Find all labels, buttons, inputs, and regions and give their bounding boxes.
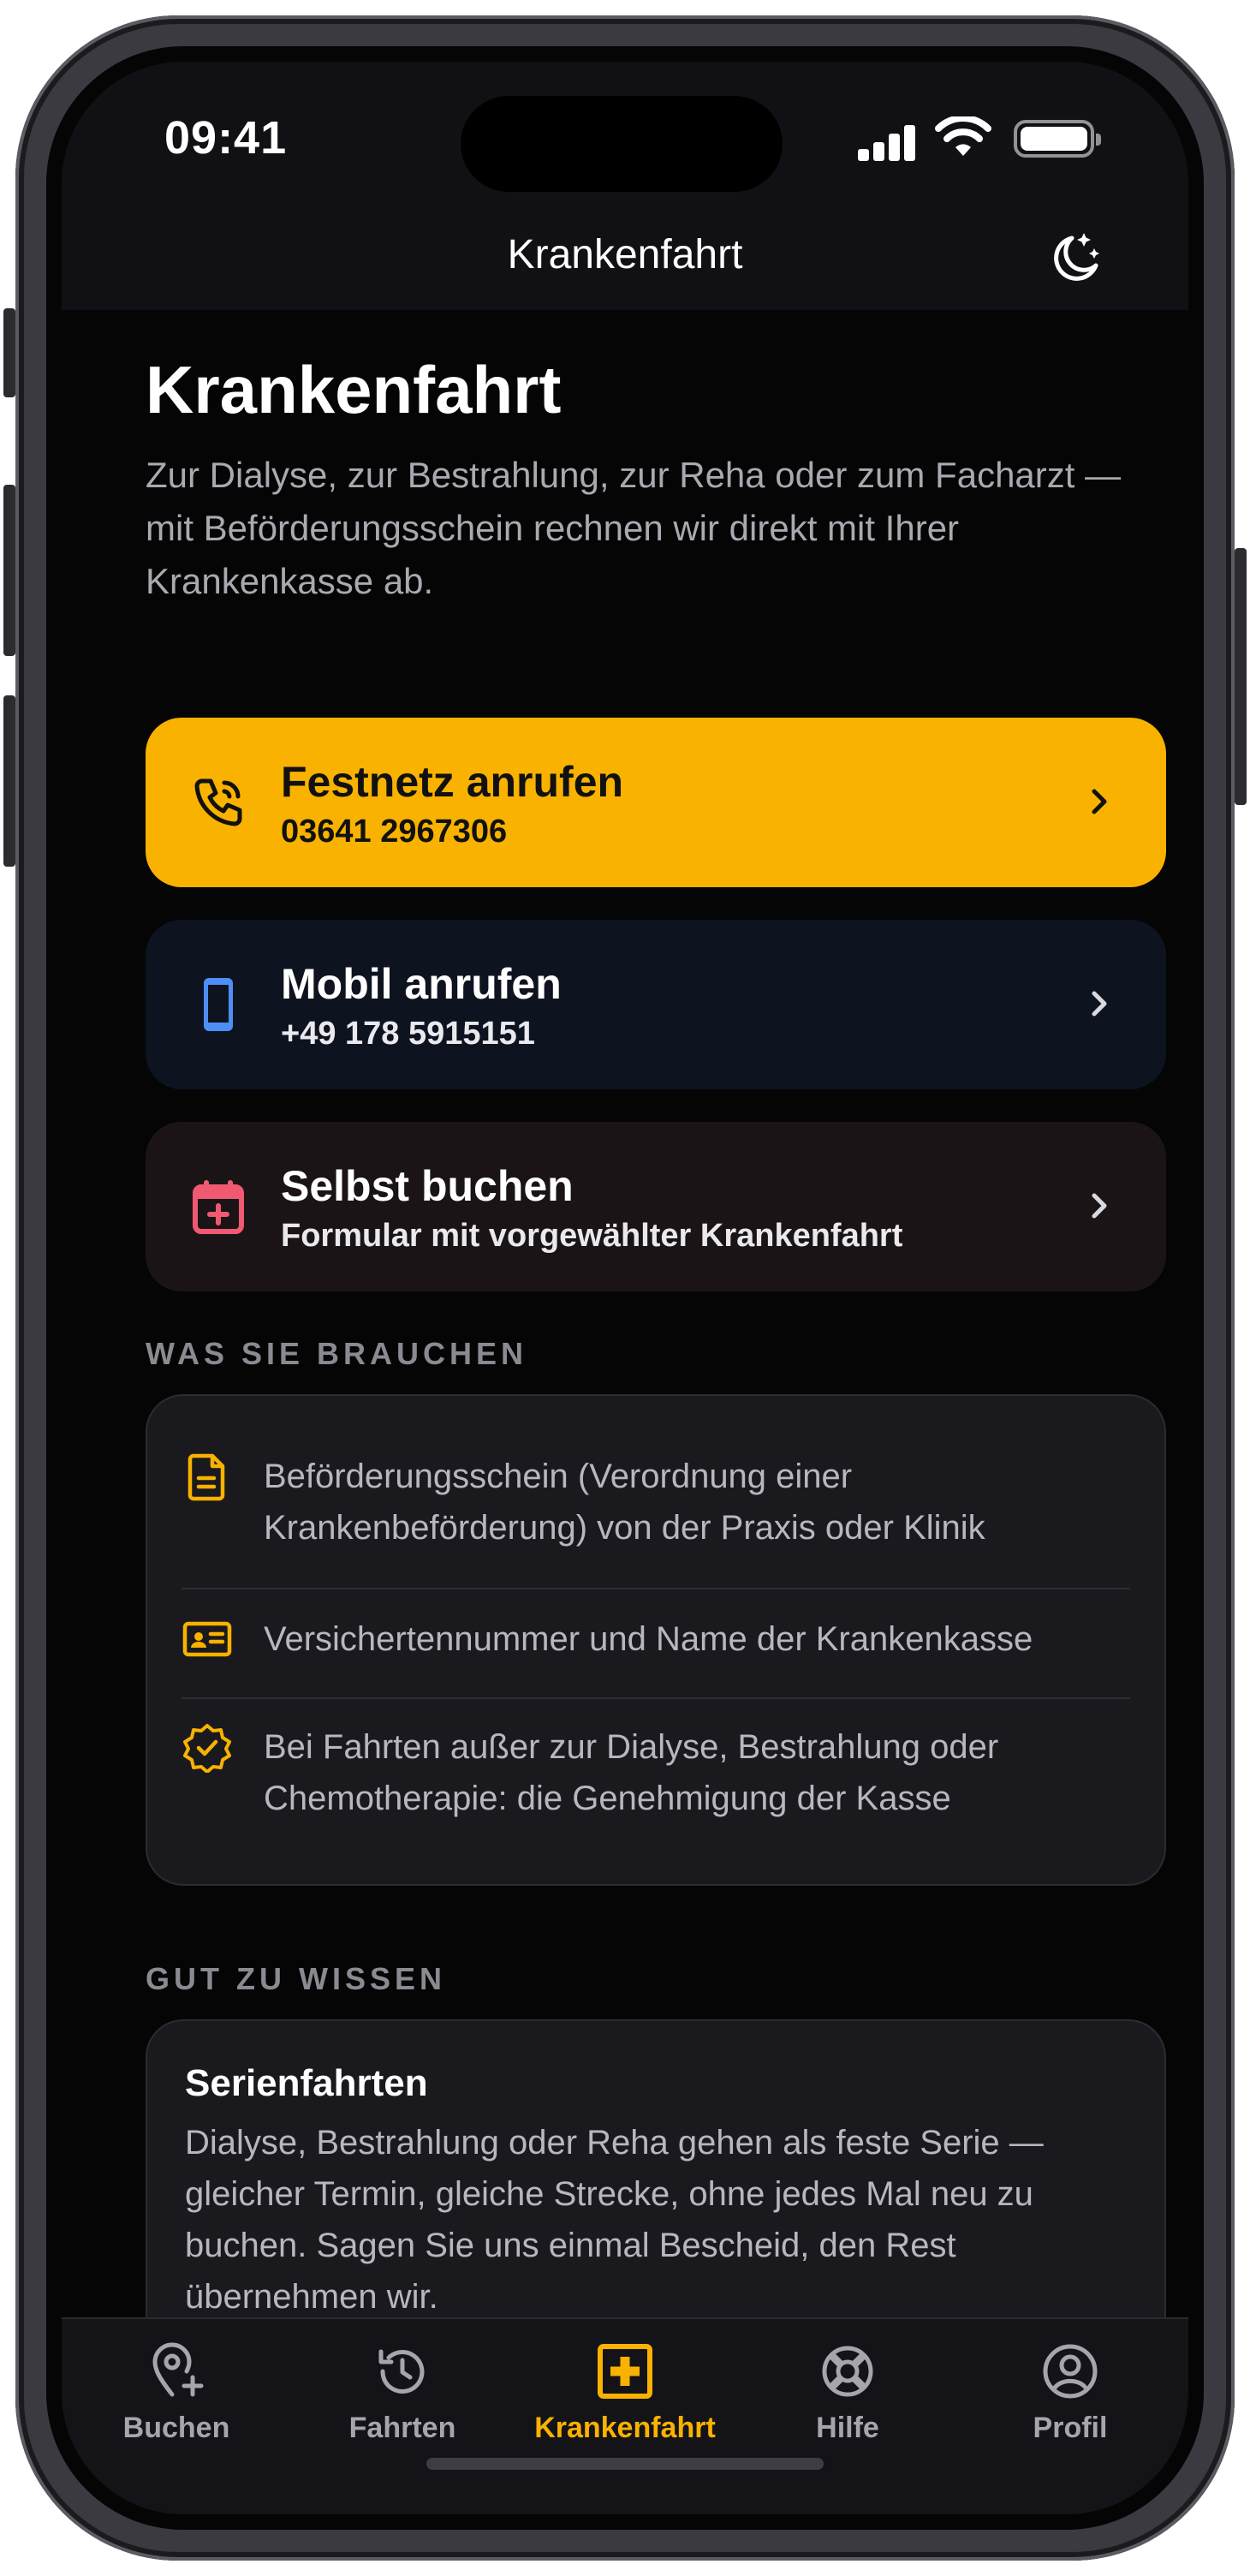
nav-title: Krankenfahrt: [507, 232, 743, 277]
tab-hilfe[interactable]: Hilfe: [745, 2340, 950, 2445]
requirements-card: Beförderungsschein (Verordnung einer Kra…: [146, 1394, 1166, 1886]
call-landline-number: 03641 2967306: [281, 814, 508, 850]
self-book-title: Selbst buchen: [281, 1162, 574, 1210]
document-icon: [188, 1453, 225, 1501]
tab-label: Fahrten: [348, 2412, 456, 2444]
call-mobile-title: Mobil anrufen: [281, 960, 562, 1008]
tab-label: Hilfe: [816, 2412, 879, 2444]
tip-title: Serienfahrten: [185, 2062, 428, 2104]
tab-profil[interactable]: Profil: [967, 2340, 1173, 2445]
tab-label: Buchen: [122, 2412, 230, 2444]
battery-icon: [1014, 120, 1101, 158]
divider: [182, 1588, 1130, 1589]
self-book-subtitle: Formular mit vorgewählter Krankenfahrt: [281, 1218, 903, 1254]
navigation-bar: Krankenfahrt: [62, 207, 1188, 310]
chevron-right-icon: [1092, 991, 1107, 1017]
section-label-tips: GUT ZU WISSEN: [146, 1961, 446, 1996]
id-card-icon: [182, 1621, 232, 1657]
requirement-item: Versichertennummer und Name der Krankenk…: [182, 1613, 1130, 1665]
tab-krankenfahrt[interactable]: Krankenfahrt: [522, 2340, 728, 2445]
dynamic-island: [461, 96, 783, 192]
moon-stars-icon[interactable]: [1045, 226, 1108, 289]
screen: 09:41 Krankenfahrt Krankenfahrt Zur Dial…: [62, 62, 1188, 2514]
section-label-requirements: WAS SIE BRAUCHEN: [146, 1336, 528, 1371]
requirement-item: Bei Fahrten außer zur Dialyse, Bestrahlu…: [182, 1721, 1130, 1824]
divider: [182, 1697, 1130, 1699]
requirement-text: Versichertennummer und Name der Krankenk…: [264, 1620, 1033, 1658]
medical-cross-icon: [598, 2344, 652, 2399]
tab-buchen[interactable]: Buchen: [74, 2340, 279, 2445]
page-title: Krankenfahrt: [146, 352, 562, 427]
lifebuoy-icon: [822, 2346, 873, 2397]
tab-bar: Buchen Fahrten Krankenfahrt Hilfe Profil: [62, 2317, 1188, 2514]
badge-check-icon: [183, 1724, 231, 1773]
page-intro: Zur Dialyse, zur Bestrahlung, zur Reha o…: [146, 455, 1122, 601]
tab-label: Krankenfahrt: [534, 2412, 716, 2444]
tab-fahrten[interactable]: Fahrten: [300, 2340, 505, 2445]
wifi-icon: [935, 116, 991, 156]
phone-bezel: 09:41 Krankenfahrt Krankenfahrt Zur Dial…: [46, 46, 1204, 2530]
call-mobile-number: +49 178 5915151: [281, 1016, 535, 1052]
history-icon: [378, 2349, 425, 2394]
call-mobile-button[interactable]: Mobil anrufen +49 178 5915151: [146, 920, 1166, 1089]
requirement-text: Beförderungsschein (Verordnung einer Kra…: [264, 1458, 985, 1547]
action-button: [3, 308, 15, 397]
status-time: 09:41: [164, 112, 288, 164]
chevron-right-icon: [1092, 1193, 1107, 1219]
phone-frame: 09:41 Krankenfahrt Krankenfahrt Zur Dial…: [15, 15, 1235, 2561]
self-book-button[interactable]: Selbst buchen Formular mit vorgewählter …: [146, 1122, 1166, 1291]
smartphone-icon: [204, 978, 233, 1031]
power-button: [1235, 548, 1247, 805]
tip-text: Dialyse, Bestrahlung oder Reha gehen als…: [185, 2124, 1044, 2316]
content-scroll[interactable]: Krankenfahrt Zur Dialyse, zur Bestrahlun…: [62, 310, 1188, 2317]
volume-up-button: [3, 485, 15, 656]
requirement-item: Beförderungsschein (Verordnung einer Kra…: [182, 1451, 1130, 1553]
profile-icon: [1043, 2344, 1098, 2399]
call-landline-button[interactable]: Festnetz anrufen 03641 2967306: [146, 718, 1166, 887]
status-bar: 09:41: [62, 62, 1188, 207]
requirement-text: Bei Fahrten außer zur Dialyse, Bestrahlu…: [264, 1728, 999, 1817]
volume-down-button: [3, 695, 15, 867]
cellular-signal-icon: [858, 123, 918, 161]
location-plus-icon: [152, 2342, 204, 2397]
phone-call-icon: [194, 778, 242, 826]
call-landline-title: Festnetz anrufen: [281, 758, 624, 806]
calendar-plus-icon: [193, 1180, 244, 1234]
home-indicator[interactable]: [426, 2458, 824, 2470]
tab-label: Profil: [1033, 2412, 1108, 2444]
chevron-right-icon: [1092, 789, 1107, 814]
tip-card: Serienfahrten Dialyse, Bestrahlung oder …: [146, 2019, 1166, 2317]
